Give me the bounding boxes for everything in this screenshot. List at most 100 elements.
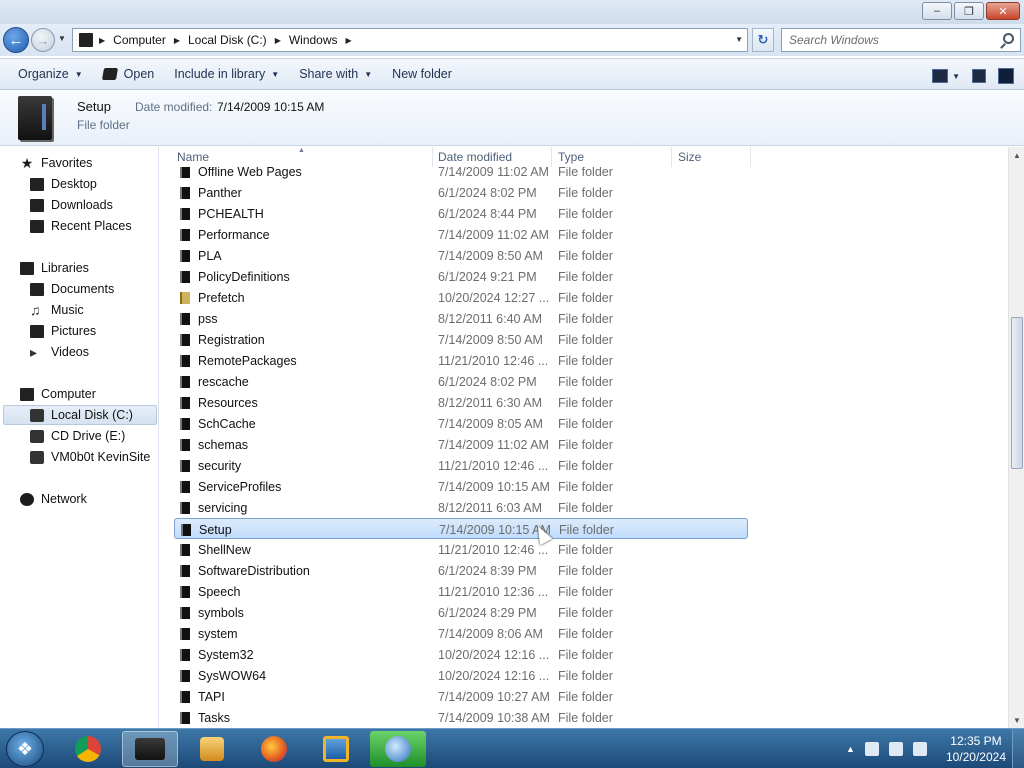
column-date-modified[interactable]: Date modified bbox=[438, 150, 512, 164]
file-row[interactable]: PolicyDefinitions 6/1/2024 9:21 PM File fo… bbox=[174, 266, 748, 287]
file-row[interactable]: PCHEALTH 6/1/2024 8:44 PM File folder bbox=[174, 203, 748, 224]
file-name: pss bbox=[198, 312, 218, 326]
file-row[interactable]: TAPI 7/14/2009 10:27 AM File folder bbox=[174, 686, 748, 707]
file-row[interactable]: SysWOW64 10/20/2024 12:16 ... File folder bbox=[174, 665, 748, 686]
scrollbar-thumb[interactable] bbox=[1011, 317, 1023, 469]
nav-network-drive[interactable]: VM0b0t KevinSite bbox=[30, 447, 150, 467]
open-button[interactable]: Open bbox=[93, 61, 165, 87]
back-button[interactable]: ← bbox=[3, 27, 29, 53]
search-box[interactable] bbox=[781, 28, 1021, 52]
breadcrumb-local-disk[interactable]: Local Disk (C:) ▶ bbox=[188, 33, 289, 47]
vertical-scrollbar[interactable]: ▲ ▼ bbox=[1008, 147, 1024, 728]
file-row[interactable]: pss 8/12/2011 6:40 AM File folder bbox=[174, 308, 748, 329]
close-button[interactable]: ✕ bbox=[986, 2, 1020, 20]
nav-network[interactable]: Network bbox=[20, 489, 87, 509]
folder-icon bbox=[180, 271, 190, 283]
folder-icon bbox=[180, 397, 190, 409]
nav-desktop[interactable]: Desktop bbox=[30, 174, 97, 194]
file-list[interactable]: Offline Web Pages 7/14/2009 11:02 AM File … bbox=[160, 167, 1008, 728]
nav-documents[interactable]: Documents bbox=[30, 279, 114, 299]
address-history-button[interactable]: ▼ bbox=[735, 35, 743, 44]
nav-libraries[interactable]: Libraries bbox=[20, 258, 89, 278]
scroll-up-button[interactable]: ▲ bbox=[1009, 147, 1024, 163]
file-row[interactable]: Setup 7/14/2009 10:15 AM File folder bbox=[174, 518, 748, 539]
preview-pane-icon[interactable] bbox=[972, 69, 986, 83]
column-divider[interactable] bbox=[432, 147, 433, 167]
column-divider[interactable] bbox=[551, 147, 552, 167]
scroll-down-button[interactable]: ▼ bbox=[1009, 712, 1024, 728]
nav-downloads[interactable]: Downloads bbox=[30, 195, 113, 215]
column-name[interactable]: Name bbox=[177, 150, 209, 164]
file-row[interactable]: System32 10/20/2024 12:16 ... File folder bbox=[174, 644, 748, 665]
file-row[interactable]: PLA 7/14/2009 8:50 AM File folder bbox=[174, 245, 748, 266]
file-row[interactable]: SoftwareDistribution 6/1/2024 8:39 PM File… bbox=[174, 560, 748, 581]
file-row[interactable]: Speech 11/21/2010 12:36 ... File folder bbox=[174, 581, 748, 602]
breadcrumb-separator-root[interactable]: ▶ bbox=[99, 36, 113, 45]
file-type: File folder bbox=[558, 648, 613, 662]
taskbar-explorer[interactable] bbox=[122, 731, 178, 767]
breadcrumb-computer[interactable]: Computer ▶ bbox=[113, 33, 188, 47]
file-row[interactable]: Tasks 7/14/2009 10:38 AM File folder bbox=[174, 707, 748, 728]
file-row[interactable]: Prefetch 10/20/2024 12:27 ... File folder bbox=[174, 287, 748, 308]
forward-button[interactable]: → bbox=[31, 28, 55, 52]
file-row[interactable]: RemotePackages 11/21/2010 12:46 ... File f… bbox=[174, 350, 748, 371]
taskbar-virtualbox[interactable] bbox=[308, 731, 364, 767]
volume-icon[interactable] bbox=[912, 742, 927, 756]
column-divider[interactable] bbox=[750, 147, 751, 167]
show-desktop-button[interactable] bbox=[1012, 729, 1024, 768]
file-row[interactable]: system 7/14/2009 8:06 AM File folder bbox=[174, 623, 748, 644]
file-row[interactable]: Panther 6/1/2024 8:02 PM File folder bbox=[174, 182, 748, 203]
breadcrumb-windows[interactable]: Windows ▶ bbox=[289, 33, 360, 47]
taskbar-chrome[interactable] bbox=[60, 731, 116, 767]
refresh-button[interactable]: ↻ bbox=[752, 28, 774, 52]
file-row[interactable]: ShellNew 11/21/2010 12:46 ... File folder bbox=[174, 539, 748, 560]
nav-recent-places[interactable]: Recent Places bbox=[30, 216, 132, 236]
nav-pictures[interactable]: Pictures bbox=[30, 321, 96, 341]
column-size[interactable]: Size bbox=[678, 150, 701, 164]
show-hidden-icons-button[interactable]: ▲ bbox=[846, 744, 855, 754]
file-row[interactable]: Resources 8/12/2011 6:30 AM File folder bbox=[174, 392, 748, 413]
file-row[interactable]: Registration 7/14/2009 8:50 AM File folder bbox=[174, 329, 748, 350]
search-input[interactable] bbox=[782, 29, 992, 51]
file-row[interactable]: Offline Web Pages 7/14/2009 11:02 AM File … bbox=[174, 167, 748, 182]
nav-favorites[interactable]: ★ Favorites bbox=[20, 153, 93, 173]
new-folder-button[interactable]: New folder bbox=[382, 61, 462, 87]
clock[interactable]: 12:35 PM 10/20/2024 bbox=[946, 733, 1006, 765]
file-row[interactable]: security 11/21/2010 12:46 ... File folder bbox=[174, 455, 748, 476]
start-button[interactable]: ❖ bbox=[6, 731, 44, 767]
change-view-icon[interactable] bbox=[932, 69, 949, 83]
file-row[interactable]: servicing 8/12/2011 6:03 AM File folder bbox=[174, 497, 748, 518]
column-divider[interactable] bbox=[671, 147, 672, 167]
recent-pages-button[interactable]: ▼ bbox=[58, 34, 66, 43]
include-in-library-button[interactable]: Include in library ▼ bbox=[164, 61, 289, 87]
file-row[interactable]: symbols 6/1/2024 8:29 PM File folder bbox=[174, 602, 748, 623]
nav-cd-drive[interactable]: CD Drive (E:) bbox=[30, 426, 125, 446]
search-icon[interactable] bbox=[1003, 33, 1014, 44]
file-name: Resources bbox=[198, 396, 258, 410]
network-status-icon[interactable] bbox=[888, 742, 903, 756]
nav-music[interactable]: ♫ Music bbox=[30, 300, 84, 320]
nav-videos[interactable]: ▸ Videos bbox=[30, 342, 89, 362]
taskbar-media-player[interactable] bbox=[184, 731, 240, 767]
videos-icon: ▸ bbox=[30, 343, 38, 360]
organize-button[interactable]: Organize ▼ bbox=[8, 61, 93, 87]
share-with-button[interactable]: Share with ▼ bbox=[289, 61, 382, 87]
view-options-button[interactable]: ▼ bbox=[952, 63, 960, 89]
column-type[interactable]: Type bbox=[558, 150, 584, 164]
file-row[interactable]: Performance 7/14/2009 11:02 AM File folder bbox=[174, 224, 748, 245]
file-row[interactable]: SchCache 7/14/2009 8:05 AM File folder bbox=[174, 413, 748, 434]
folder-icon bbox=[180, 565, 190, 577]
address-bar[interactable]: ▶ Computer ▶ Local Disk (C:) ▶ Windows ▶ ▼ bbox=[72, 28, 748, 52]
taskbar-app-green[interactable] bbox=[370, 731, 426, 767]
file-row[interactable]: rescache 6/1/2024 8:02 PM File folder bbox=[174, 371, 748, 392]
help-icon[interactable] bbox=[998, 68, 1014, 84]
nav-computer[interactable]: Computer bbox=[20, 384, 96, 404]
file-row[interactable]: ServiceProfiles 7/14/2009 10:15 AM File fo… bbox=[174, 476, 748, 497]
taskbar-firefox[interactable] bbox=[246, 731, 302, 767]
maximize-button[interactable]: ❐ bbox=[954, 2, 984, 20]
minimize-button[interactable]: – bbox=[922, 2, 952, 20]
tray-app-icon[interactable] bbox=[864, 742, 879, 756]
nav-local-disk[interactable]: Local Disk (C:) bbox=[3, 405, 157, 425]
file-row[interactable]: schemas 7/14/2009 11:02 AM File folder bbox=[174, 434, 748, 455]
window-title-bar[interactable]: – ❐ ✕ bbox=[0, 0, 1024, 24]
